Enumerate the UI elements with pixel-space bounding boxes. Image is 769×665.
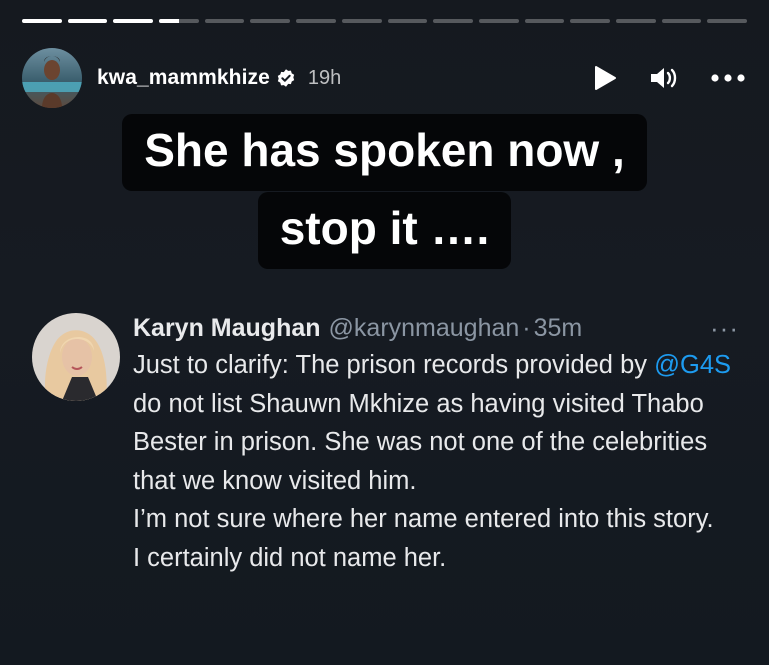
story-progress-segment [341, 19, 382, 23]
more-icon[interactable] [711, 74, 745, 82]
story-username[interactable]: kwa_mammkhize [97, 66, 270, 90]
tweet-time: 35m [533, 314, 583, 342]
caption-text-1: She has spoken now , [122, 114, 647, 191]
tweet-more-icon[interactable]: ··· [710, 313, 739, 343]
tweet-text-part-1: Just to clarify: The prison records prov… [133, 351, 648, 379]
caption-text-2: stop it …. [257, 192, 512, 269]
tweet-header: Karyn Maughan @karynmaughan · 35m [133, 313, 743, 343]
story-progress-segment [113, 19, 154, 23]
story-progress-fill [159, 19, 179, 23]
story-progress-segment [524, 19, 565, 23]
story-time: 19h [307, 66, 342, 89]
story-progress-bar [22, 19, 747, 23]
story-progress-segment [478, 19, 519, 23]
avatar[interactable] [22, 48, 82, 108]
story-progress-segment [615, 19, 656, 23]
verified-badge-icon [277, 69, 295, 87]
story-progress-segment [67, 19, 108, 23]
tweet-avatar [32, 313, 120, 401]
story-progress-segment [159, 19, 199, 23]
caption-line-1: She has spoken now , [0, 114, 769, 191]
story-progress-segment [387, 19, 428, 23]
volume-icon[interactable] [649, 65, 679, 91]
story-progress-segment [570, 19, 610, 23]
tweet-paragraph-3: I certainly did not name her. [133, 543, 447, 572]
play-icon[interactable] [593, 65, 617, 91]
story-progress-segment [661, 19, 702, 23]
tweet-separator: · [522, 314, 531, 342]
story-progress-segment [204, 19, 245, 23]
tweet-paragraph-2: I’m not sure where her name entered into… [133, 505, 714, 533]
caption-line-2: stop it …. [0, 192, 769, 269]
story-progress-segment [707, 19, 747, 23]
story-progress-segment [22, 19, 62, 23]
tweet-author-name[interactable]: Karyn Maughan [133, 313, 321, 343]
tweet-text-part-2: do not list Shauwn Mkhize as having visi… [133, 389, 708, 495]
tweet-text: Just to clarify: The prison records prov… [133, 346, 743, 577]
story-progress-segment [433, 19, 473, 23]
tweet-paragraph-1: Just to clarify: The prison records prov… [133, 346, 743, 500]
story-header: kwa_mammkhize 19h [22, 48, 747, 108]
tweet-author-handle[interactable]: @karynmaughan [329, 313, 520, 343]
tweet-mention-link[interactable]: @G4S [654, 351, 731, 379]
story-progress-segment [250, 19, 291, 23]
story-progress-segment [296, 19, 336, 23]
